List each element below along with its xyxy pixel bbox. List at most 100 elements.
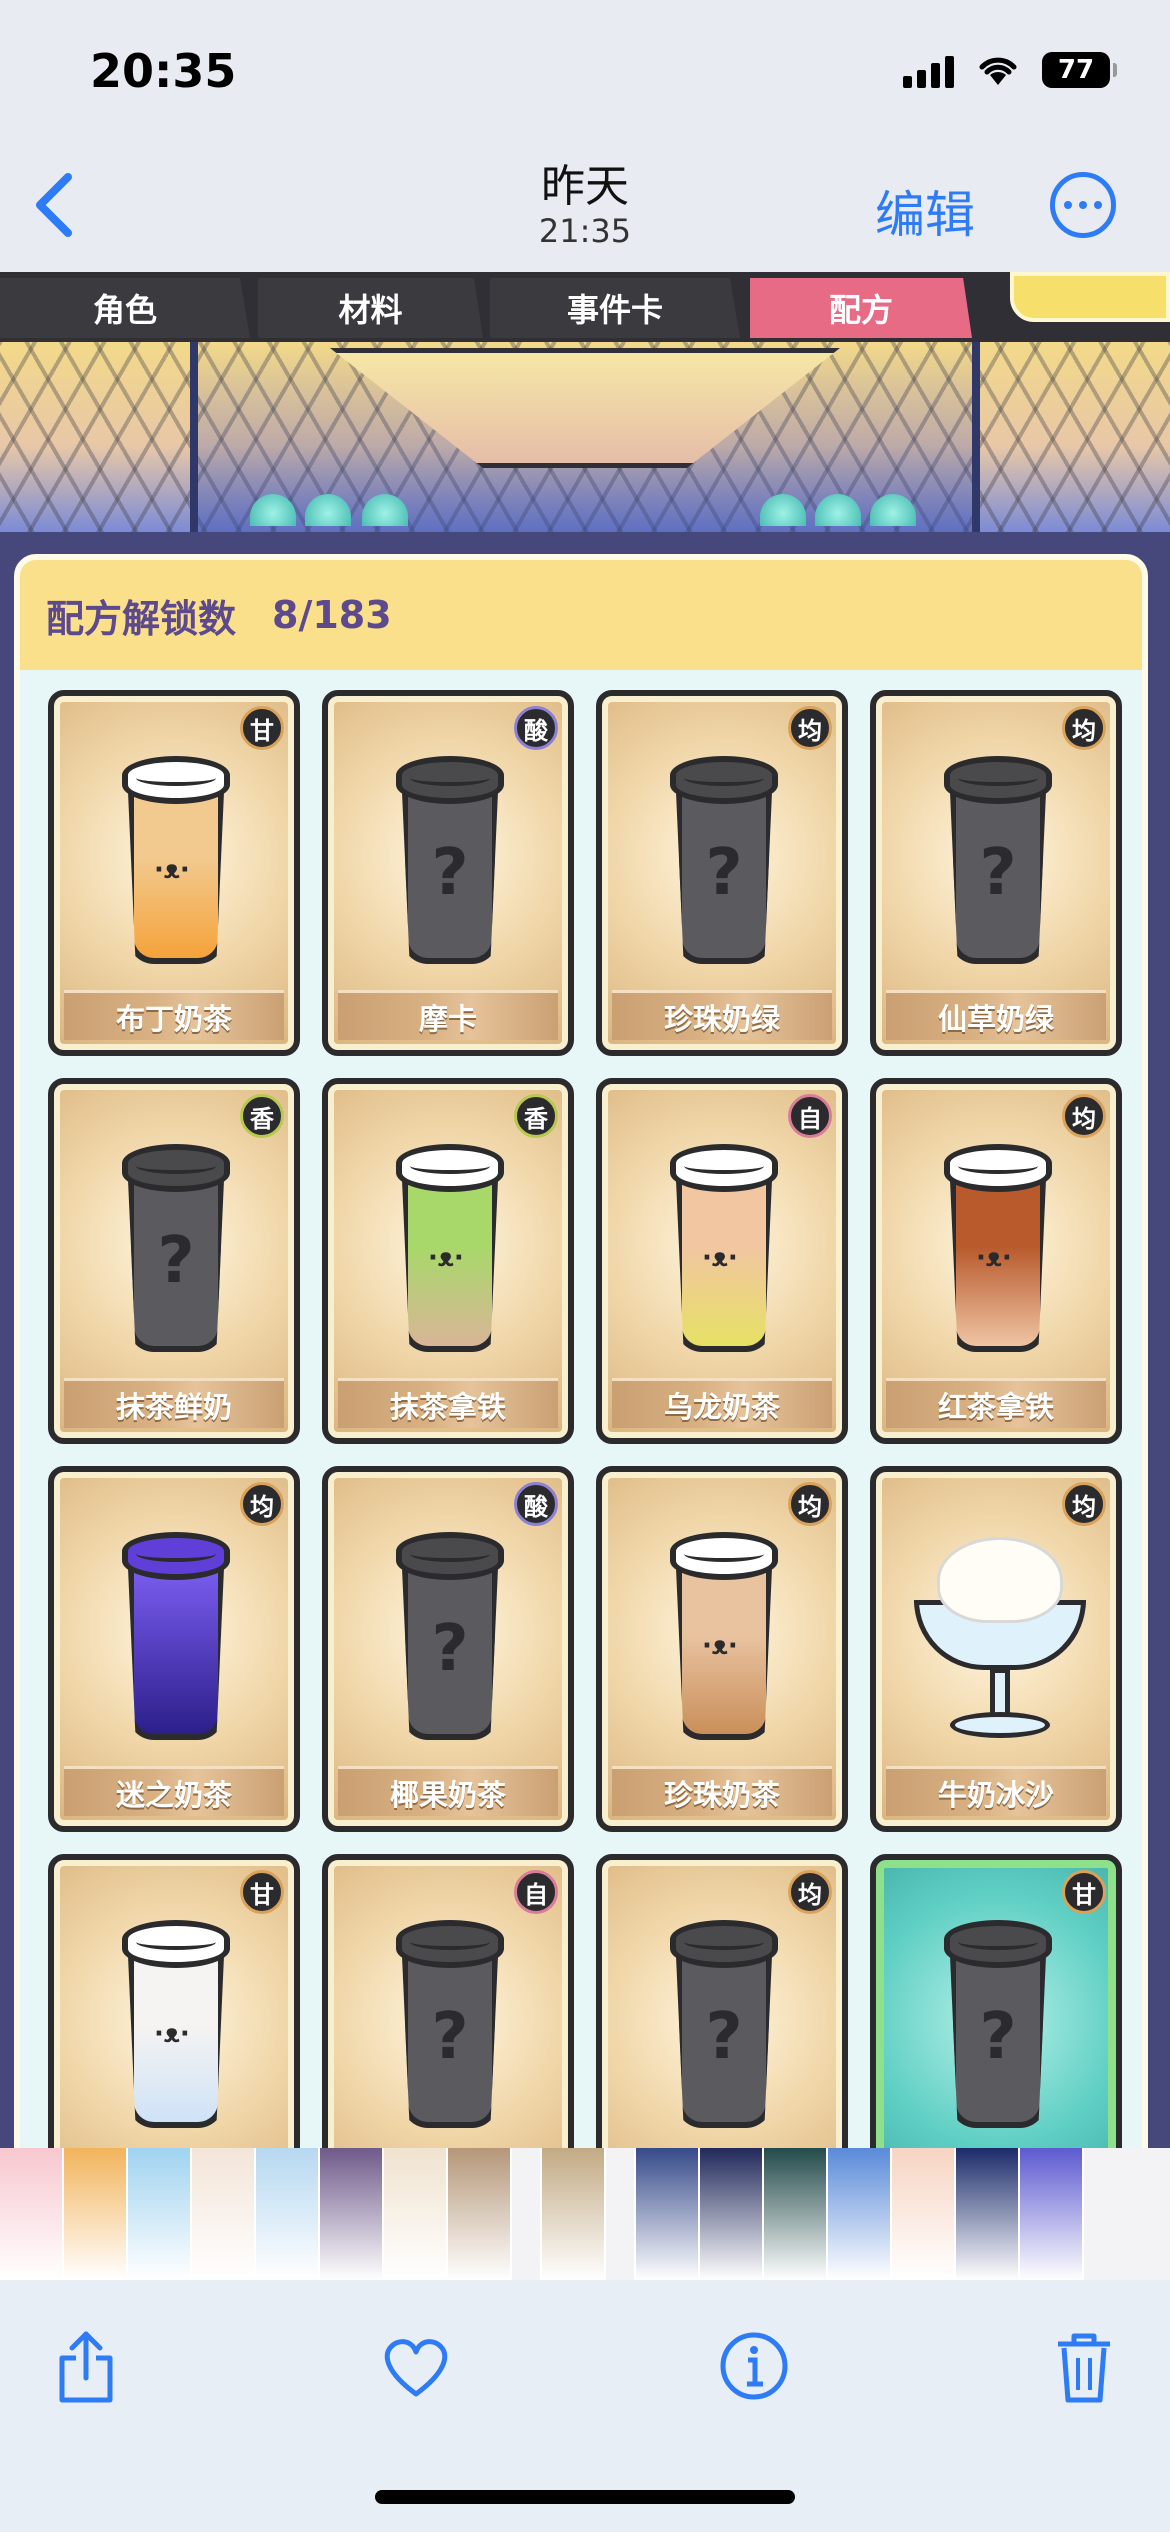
recipe-card[interactable]: 酸? 椰果奶茶 <box>322 1466 574 1832</box>
recipe-card[interactable]: 均 ·ᴥ· 珍珠奶茶 <box>596 1466 848 1832</box>
recipe-card[interactable]: 均 ·ᴥ· 红茶拿铁 <box>870 1078 1122 1444</box>
flavor-tag: 自 <box>514 1870 558 1914</box>
photo-thumbnail[interactable] <box>384 2148 448 2280</box>
flavor-tag: 甘 <box>1062 1870 1106 1914</box>
flavor-tag: 香 <box>240 1094 284 1138</box>
recipe-card[interactable]: 自 ·ᴥ· 乌龙奶茶 <box>596 1078 848 1444</box>
photo-thumbnail[interactable] <box>636 2148 700 2280</box>
wifi-icon <box>979 57 1017 85</box>
favorite-heart-icon[interactable] <box>376 2326 456 2406</box>
photo-thumbnail[interactable] <box>828 2148 892 2280</box>
photo-thumbnail[interactable] <box>956 2148 1020 2280</box>
corner-badge[interactable] <box>1010 272 1170 322</box>
recipe-card[interactable]: 均牛奶冰沙 <box>870 1466 1122 1832</box>
flavor-tag: 酸 <box>514 1482 558 1526</box>
nav-subtitle-time: 21:35 <box>538 212 632 250</box>
recipe-card[interactable]: 均? 仙草奶绿 <box>870 690 1122 1056</box>
panel-title: 配方解锁数 <box>46 596 237 641</box>
recipe-name-label: 珍珠奶绿 <box>612 990 832 1040</box>
status-icons: 77 <box>903 52 1117 88</box>
recipe-name-label: 抹茶鲜奶 <box>64 1378 284 1428</box>
recipe-name-label: 仙草奶绿 <box>886 990 1106 1040</box>
locked-cup-icon: ? <box>944 1920 1052 2130</box>
status-time: 20:35 <box>90 44 237 98</box>
game-screenshot: 角色 材料 事件卡 配方 配方解锁数 8/183 甘 ·ᴥ· 布丁奶茶酸? 摩卡均? 珍… <box>0 272 1170 2148</box>
recipe-name-label: 椰果奶茶 <box>338 1766 558 1816</box>
flavor-tag: 均 <box>1062 1482 1106 1526</box>
photo-thumbnail[interactable] <box>64 2148 128 2280</box>
tab-materials[interactable]: 材料 <box>258 278 483 338</box>
recipe-name-label: 红茶拿铁 <box>886 1378 1106 1428</box>
recipe-card[interactable]: 酸? 摩卡 <box>322 690 574 1056</box>
photo-thumbnail[interactable] <box>0 2148 64 2280</box>
flavor-tag: 均 <box>788 1482 832 1526</box>
recipe-panel-header: 配方解锁数 8/183 <box>20 560 1142 670</box>
recipe-card[interactable]: 甘 ·ᴥ· 布丁奶茶 <box>48 690 300 1056</box>
drink-cup-icon: ·ᴥ· <box>670 1532 778 1742</box>
photo-thumbnail[interactable] <box>892 2148 956 2280</box>
thumbnail-gap <box>606 2148 636 2280</box>
recipe-name-label: 乌龙奶茶 <box>612 1378 832 1428</box>
photo-thumbnail-strip[interactable] <box>0 2148 1170 2280</box>
game-tab-bar: 角色 材料 事件卡 配方 <box>0 272 1170 342</box>
battery-icon: 77 <box>1042 52 1117 88</box>
drink-cup-icon: ·ᴥ· <box>122 1920 230 2130</box>
locked-cup-icon: ? <box>396 1532 504 1742</box>
recipe-card[interactable]: 均? 珍珠奶绿 <box>596 690 848 1056</box>
recipe-name-label: 抹茶拿铁 <box>338 1378 558 1428</box>
photo-thumbnail[interactable] <box>192 2148 256 2280</box>
photo-thumbnail[interactable] <box>1020 2148 1084 2280</box>
locked-cup-icon: ? <box>396 756 504 966</box>
edit-button[interactable]: 编辑 <box>875 175 975 247</box>
cat-face-icon: ·ᴥ· <box>702 1243 738 1273</box>
home-indicator <box>375 2490 795 2504</box>
flavor-tag: 自 <box>788 1094 832 1138</box>
flavor-tag: 酸 <box>514 706 558 750</box>
recipe-card[interactable]: 香? 抹茶鲜奶 <box>48 1078 300 1444</box>
bottom-toolbar <box>0 2280 1170 2532</box>
photo-thumbnail[interactable] <box>542 2148 606 2280</box>
tab-recipes[interactable]: 配方 <box>750 278 972 338</box>
stage-banner <box>0 342 1170 532</box>
drink-cup-icon: ·ᴥ· <box>122 756 230 966</box>
share-icon[interactable] <box>46 2326 126 2406</box>
photo-thumbnail[interactable] <box>128 2148 192 2280</box>
cat-face-icon: ·ᴥ· <box>154 2019 190 2049</box>
recipe-card[interactable]: 甘 ·ᴥ· <box>48 1854 300 2148</box>
cellular-signal-icon <box>903 52 954 88</box>
photo-thumbnail[interactable] <box>700 2148 764 2280</box>
tab-event-cards[interactable]: 事件卡 <box>490 278 740 338</box>
drink-cup-icon: ·ᴥ· <box>944 1144 1052 1354</box>
recipe-card[interactable]: 自? <box>322 1854 574 2148</box>
trash-icon[interactable] <box>1044 2326 1124 2406</box>
flavor-tag: 甘 <box>240 706 284 750</box>
flavor-tag: 香 <box>514 1094 558 1138</box>
more-options-button[interactable] <box>1050 172 1116 238</box>
photo-thumbnail[interactable] <box>448 2148 512 2280</box>
drink-cup-icon: ·ᴥ· <box>670 1144 778 1354</box>
cat-face-icon: ·ᴥ· <box>428 1243 464 1273</box>
photo-thumbnail[interactable] <box>764 2148 828 2280</box>
photo-thumbnail[interactable] <box>320 2148 384 2280</box>
drink-cup-icon: ·ᴥ· <box>396 1144 504 1354</box>
recipe-card[interactable]: 香 ·ᴥ· 抹茶拿铁 <box>322 1078 574 1444</box>
nav-title: 昨天 <box>541 161 629 212</box>
cat-face-icon: ·ᴥ· <box>976 1243 1012 1273</box>
flavor-tag: 均 <box>1062 1094 1106 1138</box>
photo-thumbnail[interactable] <box>256 2148 320 2280</box>
recipe-card[interactable]: 均迷之奶茶 <box>48 1466 300 1832</box>
recipe-card[interactable]: 均? <box>596 1854 848 2148</box>
recipe-name-label: 迷之奶茶 <box>64 1766 284 1816</box>
locked-cup-icon: ? <box>396 1920 504 2130</box>
locked-cup-icon: ? <box>122 1144 230 1354</box>
recipe-card[interactable]: 甘? <box>870 1854 1122 2148</box>
tab-characters[interactable]: 角色 <box>0 278 250 338</box>
cat-face-icon: ·ᴥ· <box>154 855 190 885</box>
flavor-tag: 均 <box>240 1482 284 1526</box>
locked-cup-icon: ? <box>670 756 778 966</box>
sundae-icon <box>914 1540 1086 1750</box>
flavor-tag: 甘 <box>240 1870 284 1914</box>
photos-header: 20:35 77 昨天 21:35 编辑 <box>0 0 1170 272</box>
info-icon[interactable] <box>714 2326 794 2406</box>
locked-cup-icon: ? <box>944 756 1052 966</box>
